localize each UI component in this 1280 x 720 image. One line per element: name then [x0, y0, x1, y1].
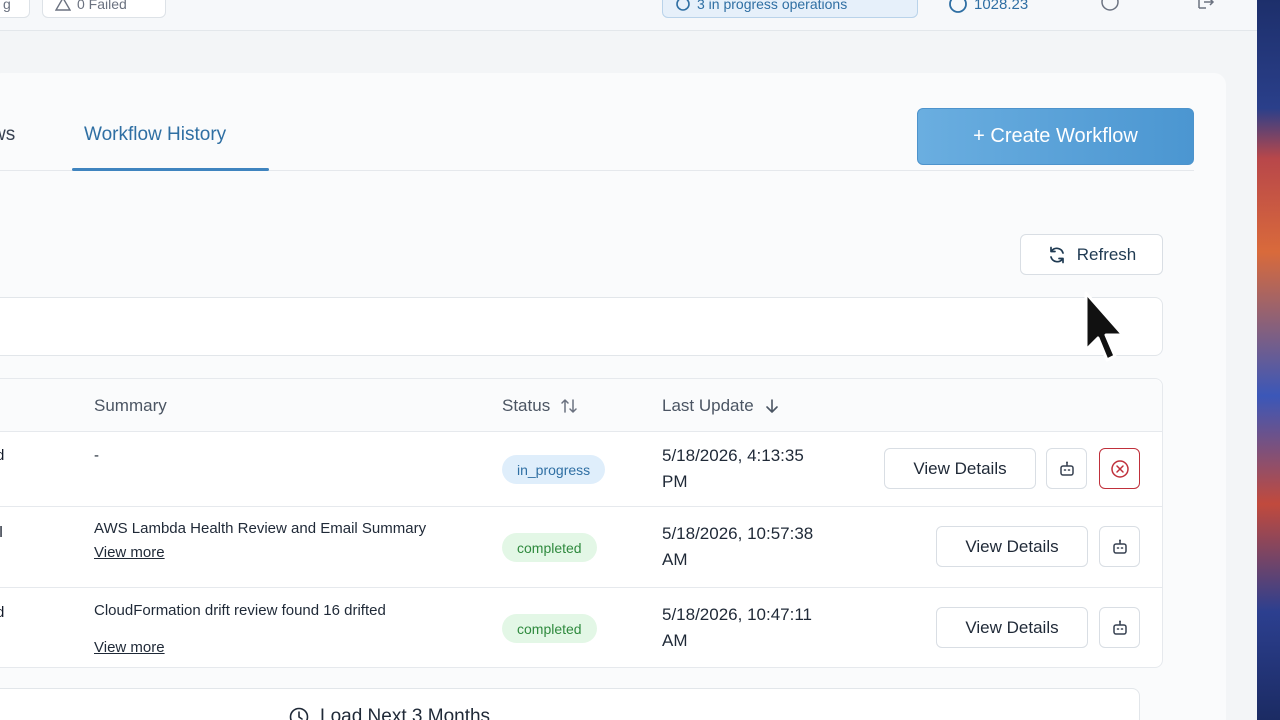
view-details-button[interactable]: View Details [936, 526, 1088, 567]
table-row: d - in_progress 5/18/2026, 4:13:35 PM Vi… [0, 432, 1162, 507]
in-progress-operations-pill[interactable]: 3 in progress operations [662, 0, 918, 18]
refresh-button[interactable]: Refresh [1020, 234, 1163, 275]
close-circle-icon [1110, 459, 1129, 478]
create-workflow-label: + Create Workflow [973, 125, 1138, 147]
top-bar: g 0 Failed 3 in progress operations 1028… [0, 0, 1257, 31]
mouse-cursor-icon [1084, 291, 1125, 362]
last-update-cell: 5/18/2026, 10:57:38 AM [662, 521, 852, 573]
column-header-summary: Summary [94, 396, 167, 416]
column-header-last-update[interactable]: Last Update [662, 396, 780, 416]
robot-icon [1112, 620, 1127, 635]
status-filter-label: g [3, 0, 11, 12]
credits-value: 1028.23 [974, 0, 1029, 13]
view-details-label: View Details [965, 617, 1059, 637]
tab-workflow-history[interactable]: Workflow History [84, 124, 226, 146]
last-update-time-suffix: AM [662, 631, 688, 650]
view-more-link[interactable]: View more [94, 639, 165, 656]
robot-icon [1059, 461, 1074, 476]
status-filter-pill[interactable]: g [0, 0, 30, 18]
failed-count-label: 0 Failed [77, 0, 127, 12]
in-progress-operations-label: 3 in progress operations [697, 0, 848, 12]
tab-workflows[interactable]: ws [0, 124, 15, 146]
cancel-workflow-button[interactable] [1099, 448, 1140, 489]
summary-cell: - [94, 447, 434, 466]
table-row: d CloudFormation drift review found 16 d… [0, 588, 1162, 669]
agent-button[interactable] [1046, 448, 1087, 489]
sort-toggle-icon[interactable] [560, 397, 578, 415]
summary-text: - [94, 447, 99, 464]
view-more-link[interactable]: View more [94, 544, 165, 561]
view-details-button[interactable]: View Details [884, 448, 1036, 489]
last-update-date: 5/18/2026, 10:57:38 [662, 524, 814, 543]
last-update-cell: 5/18/2026, 4:13:35 PM [662, 443, 852, 495]
last-update-date: 5/18/2026, 10:47:11 [662, 605, 812, 624]
search-filter-bar[interactable] [0, 297, 1163, 356]
status-badge-label: in_progress [517, 461, 591, 478]
last-update-date: 5/18/2026, 4:13:35 [662, 446, 804, 465]
help-icon[interactable] [1100, 0, 1120, 15]
app-window: g 0 Failed 3 in progress operations 1028… [0, 0, 1257, 720]
clock-icon [289, 707, 309, 720]
robot-icon [1112, 539, 1127, 554]
coin-icon [949, 0, 967, 13]
workflow-name-cell: d [0, 604, 5, 621]
summary-cell: AWS Lambda Health Review and Email Summa… [94, 519, 434, 561]
logout-icon[interactable] [1195, 0, 1215, 15]
column-header-status[interactable]: Status [502, 396, 578, 416]
last-update-time-suffix: PM [662, 472, 688, 491]
workflow-name-cell: d [0, 447, 5, 464]
workflow-history-table: Summary Status Last Update d - in_progre… [0, 378, 1163, 668]
credits-display[interactable]: 1028.23 [948, 0, 1028, 14]
status-badge-label: completed [517, 539, 582, 556]
agent-button[interactable] [1099, 526, 1140, 567]
last-update-time-suffix: AM [662, 550, 688, 569]
table-header: Summary Status Last Update [0, 379, 1162, 432]
refresh-label: Refresh [1076, 244, 1137, 264]
status-badge: completed [502, 614, 597, 643]
load-more-label: Load Next 3 Months [320, 706, 491, 720]
spinner-icon [676, 0, 690, 11]
status-badge-label: completed [517, 620, 582, 637]
view-details-button[interactable]: View Details [936, 607, 1088, 648]
load-more-button[interactable]: Load Next 3 Months [0, 688, 1140, 720]
view-details-label: View Details [913, 458, 1007, 478]
column-last-update-label: Last Update [662, 396, 754, 415]
active-tab-indicator [72, 168, 269, 171]
summary-text: CloudFormation drift review found 16 dri… [94, 602, 386, 619]
status-badge: in_progress [502, 455, 606, 484]
view-details-label: View Details [965, 536, 1059, 556]
create-workflow-button[interactable]: + Create Workflow [917, 108, 1194, 165]
summary-cell: CloudFormation drift review found 16 dri… [94, 602, 434, 656]
load-more-content: Load Next 3 Months [288, 706, 490, 720]
column-summary-label: Summary [94, 396, 167, 415]
failed-filter-pill[interactable]: 0 Failed [42, 0, 166, 18]
agent-button[interactable] [1099, 607, 1140, 648]
workflow-name-cell: il [0, 524, 3, 541]
sort-descending-icon[interactable] [764, 398, 780, 414]
table-row: il AWS Lambda Health Review and Email Su… [0, 507, 1162, 588]
last-update-cell: 5/18/2026, 10:47:11 AM [662, 602, 852, 654]
warning-icon [55, 0, 71, 11]
status-badge: completed [502, 533, 597, 562]
summary-text: AWS Lambda Health Review and Email Summa… [94, 520, 427, 537]
desktop-background [1257, 0, 1280, 720]
refresh-icon [1049, 246, 1064, 263]
column-status-label: Status [502, 396, 551, 415]
